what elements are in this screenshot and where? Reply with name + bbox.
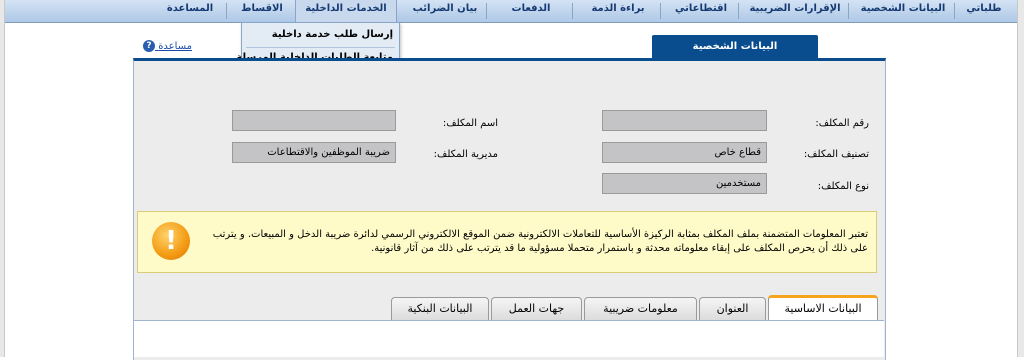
- nav-separator: [226, 3, 227, 19]
- help-label: مساعدة: [158, 41, 192, 52]
- nav-item-my-deductions[interactable]: اقتطاعاتي: [667, 0, 735, 22]
- dropdown-divider: [246, 47, 395, 48]
- nav-item-internal-services[interactable]: الخدمات الداخلية: [295, 0, 397, 22]
- nav-separator: [572, 3, 573, 19]
- taxpayer-name-label: اسم المكلف:: [442, 118, 498, 129]
- nav-item-help[interactable]: المساعدة: [157, 0, 223, 22]
- nav-separator: [848, 3, 849, 19]
- nav-item-my-requests[interactable]: طلباتي: [961, 0, 1007, 22]
- taxpayer-number-label: رقم المكلف:: [815, 118, 869, 129]
- tab-content-area: [134, 321, 884, 357]
- nav-item-payments[interactable]: الدفعات: [493, 0, 569, 22]
- help-icon: ?: [143, 40, 155, 52]
- tab-tax-information[interactable]: معلومات ضريبية: [584, 297, 697, 320]
- tab-bank-data[interactable]: البيانات البنكية: [391, 297, 489, 320]
- notice-text: تعتبر المعلومات المتضمنة بملف المكلف بمث…: [212, 229, 868, 254]
- section-title-tab: البيانات الشخصية: [652, 35, 818, 59]
- taxpayer-type-field: مستخدمين: [602, 173, 767, 194]
- nav-item-personal-data[interactable]: البيانات الشخصية: [855, 0, 951, 22]
- taxpayer-name-field: [232, 110, 396, 131]
- notice-box: ! تعتبر المعلومات المتضمنة بملف المكلف ب…: [137, 211, 877, 273]
- tab-employers[interactable]: جهات العمل: [491, 297, 582, 320]
- tab-address[interactable]: العنوان: [699, 297, 766, 320]
- send-internal-request-item[interactable]: إرسال طلب خدمة داخلية: [272, 26, 393, 44]
- window-scrollbar[interactable]: [1017, 0, 1024, 357]
- nav-item-tax-returns[interactable]: الإقرارات الضريبية: [745, 0, 845, 22]
- warning-icon: !: [152, 222, 190, 260]
- nav-separator: [954, 3, 955, 19]
- nav-item-clearance[interactable]: براءة الذمة: [579, 0, 657, 22]
- taxpayer-directorate-label: مديرية المكلف:: [433, 149, 498, 160]
- nav-separator: [660, 3, 661, 19]
- window-left-edge: [0, 0, 5, 357]
- taxpayer-type-label: نوع المكلف:: [817, 181, 869, 192]
- nav-separator: [486, 3, 487, 19]
- taxpayer-category-label: تصنيف المكلف:: [803, 149, 869, 160]
- nav-separator: [738, 3, 739, 19]
- nav-item-installments[interactable]: الاقساط: [233, 0, 291, 22]
- taxpayer-number-field: [602, 110, 767, 131]
- top-navigation-bar: طلباتي البيانات الشخصية الإقرارات الضريب…: [5, 0, 1017, 23]
- taxpayer-category-field: قطاع خاص: [602, 142, 767, 163]
- nav-item-tax-statement[interactable]: بيان الضرائب: [407, 0, 483, 22]
- tab-basic-data[interactable]: البيانات الاساسية: [768, 295, 878, 321]
- help-link[interactable]: ? مساعدة: [141, 40, 192, 54]
- taxpayer-directorate-field: ضريبة الموظفين والاقتطاعات: [232, 142, 396, 163]
